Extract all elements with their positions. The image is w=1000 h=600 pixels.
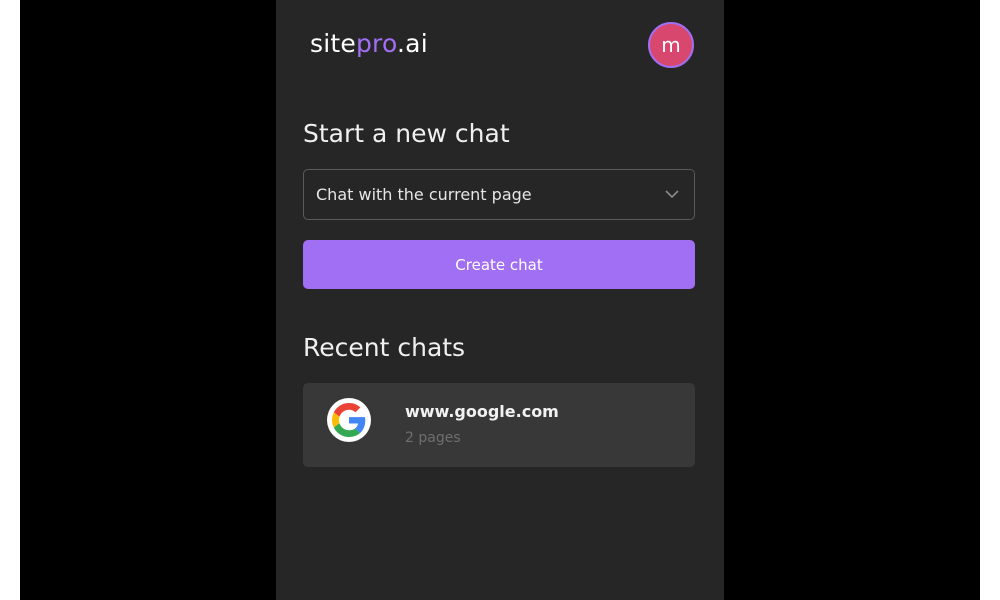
user-avatar[interactable]: m (648, 22, 694, 68)
recent-chat-item[interactable]: www.google.com 2 pages (303, 383, 695, 467)
recent-chat-site: www.google.com (405, 402, 559, 421)
recent-chats-heading: Recent chats (303, 333, 466, 362)
create-chat-label: Create chat (455, 255, 543, 274)
logo-text-ai: .ai (397, 29, 428, 58)
chat-mode-select[interactable]: Chat with the current page (303, 169, 695, 220)
logo-text-site: site (310, 29, 356, 58)
chevron-down-icon (665, 190, 679, 199)
chat-mode-select-value: Chat with the current page (316, 185, 532, 204)
recent-chat-page-count: 2 pages (405, 430, 461, 446)
logo-text-pro: pro (355, 29, 398, 58)
google-icon (327, 398, 371, 442)
new-chat-heading: Start a new chat (303, 119, 510, 148)
sitepro-logo: sitepro.ai (310, 29, 428, 58)
create-chat-button[interactable]: Create chat (303, 240, 695, 289)
extension-panel: sitepro.ai m Start a new chat Chat with … (276, 0, 724, 600)
avatar-initial: m (661, 33, 681, 57)
